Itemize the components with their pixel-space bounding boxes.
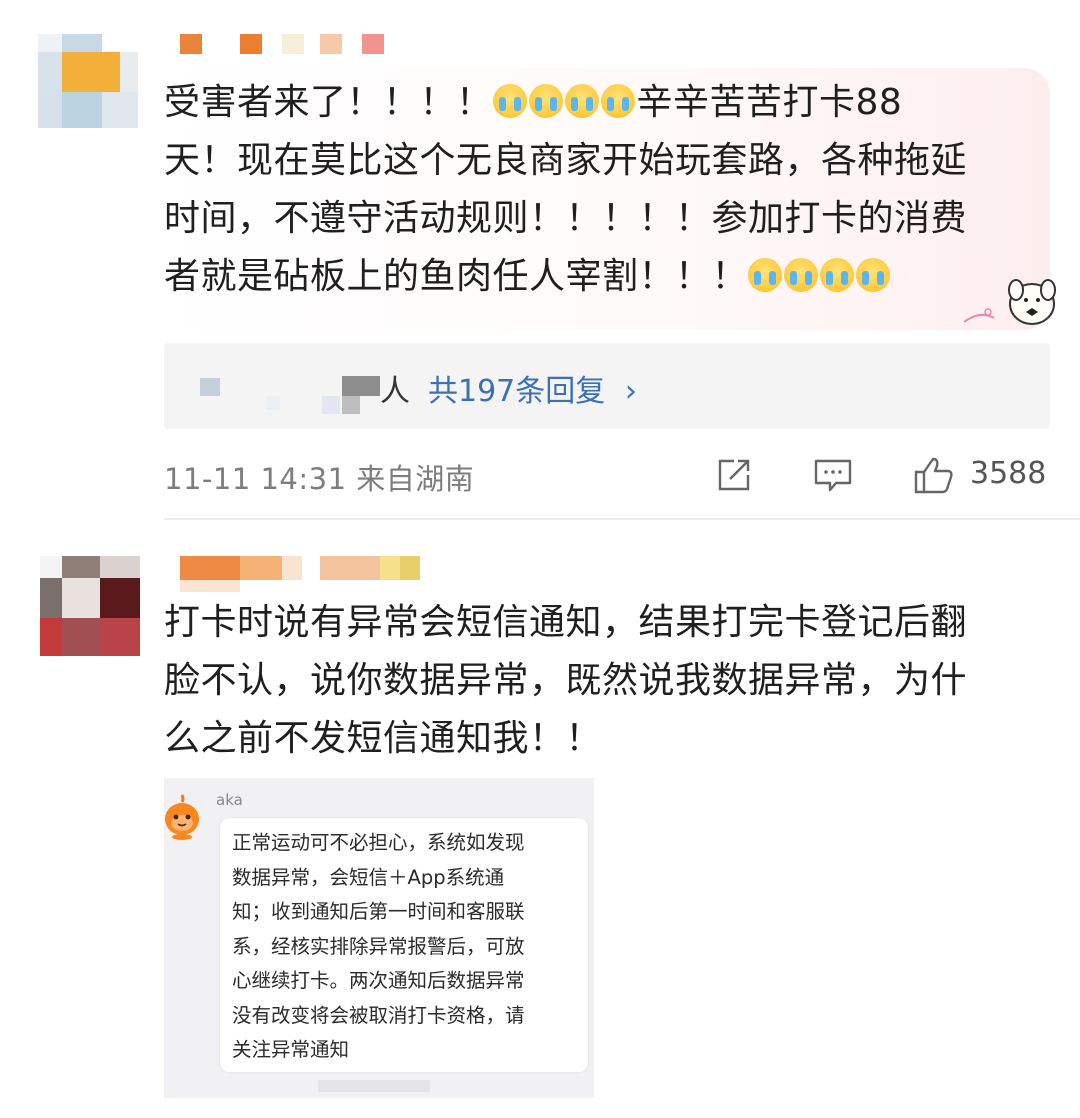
share-icon[interactable] — [714, 455, 754, 495]
comment-icon[interactable] — [812, 455, 854, 495]
crying-face-icon — [856, 258, 891, 292]
view-replies-label: 共197条回复 — [428, 374, 606, 409]
comment-text-segment: 受害者来了！！！！ — [164, 82, 493, 123]
comment-text-line: 时间，不遵守活动规则！！！！！参加打卡的消费 — [164, 198, 968, 239]
avatar[interactable] — [38, 34, 138, 134]
mascot-avatar-icon — [165, 794, 199, 840]
puppy-sticker-icon — [963, 279, 1056, 325]
comment-text-line: 者就是砧板上的鱼肉任人宰割！！！ — [164, 248, 892, 306]
crying-face-icon — [784, 258, 819, 292]
comment-meta: 11-11 14:31 来自湖南 — [164, 456, 474, 498]
timestamp: 11-11 14:31 — [164, 462, 347, 496]
comment-text-line: 打卡时说有异常会短信通知，结果打完卡登记后翻 — [164, 602, 968, 643]
watermark-redacted — [318, 1080, 430, 1092]
chat-message-text: 正常运动可不必担心，系统如发现 数据异常，会短信＋App系统通 知；收到通知后第… — [232, 831, 525, 1061]
crying-face-icon — [820, 258, 855, 292]
comment-text-segment: 辛辛苦苦打卡88 — [636, 82, 903, 123]
username-redacted[interactable] — [180, 34, 390, 56]
like-count: 3588 — [970, 456, 1047, 491]
comment-text-line: 受害者来了！！！！ 辛辛苦苦打卡88 — [164, 74, 902, 132]
crying-face-icon — [748, 258, 783, 292]
crying-face-icon — [492, 84, 527, 118]
chevron-right-icon: › — [624, 374, 637, 409]
location: 来自湖南 — [356, 462, 475, 496]
reply-users-redacted — [200, 376, 380, 416]
crying-face-icon — [564, 84, 599, 118]
like-icon[interactable] — [912, 455, 956, 495]
comment-text-line: 天！现在莫比这个无良商家开始玩套路，各种拖延 — [164, 140, 968, 181]
username-redacted[interactable] — [180, 556, 440, 592]
view-replies-link[interactable]: 共197条回复 › — [428, 366, 637, 410]
crying-face-icon — [528, 84, 563, 118]
comment-text-segment: 者就是砧板上的鱼肉任人宰割！！！ — [164, 256, 749, 297]
crying-face-icon — [600, 84, 635, 118]
chat-sender-name: aka — [216, 791, 243, 809]
replies-prefix: 人 — [380, 374, 410, 409]
avatar[interactable] — [40, 556, 140, 656]
comment-divider — [164, 518, 1080, 520]
comment-text-line: 脸不认，说你数据异常，既然说我数据异常，为什 — [164, 660, 968, 701]
comment-text-line: 么之前不发短信通知我！！ — [164, 718, 603, 759]
